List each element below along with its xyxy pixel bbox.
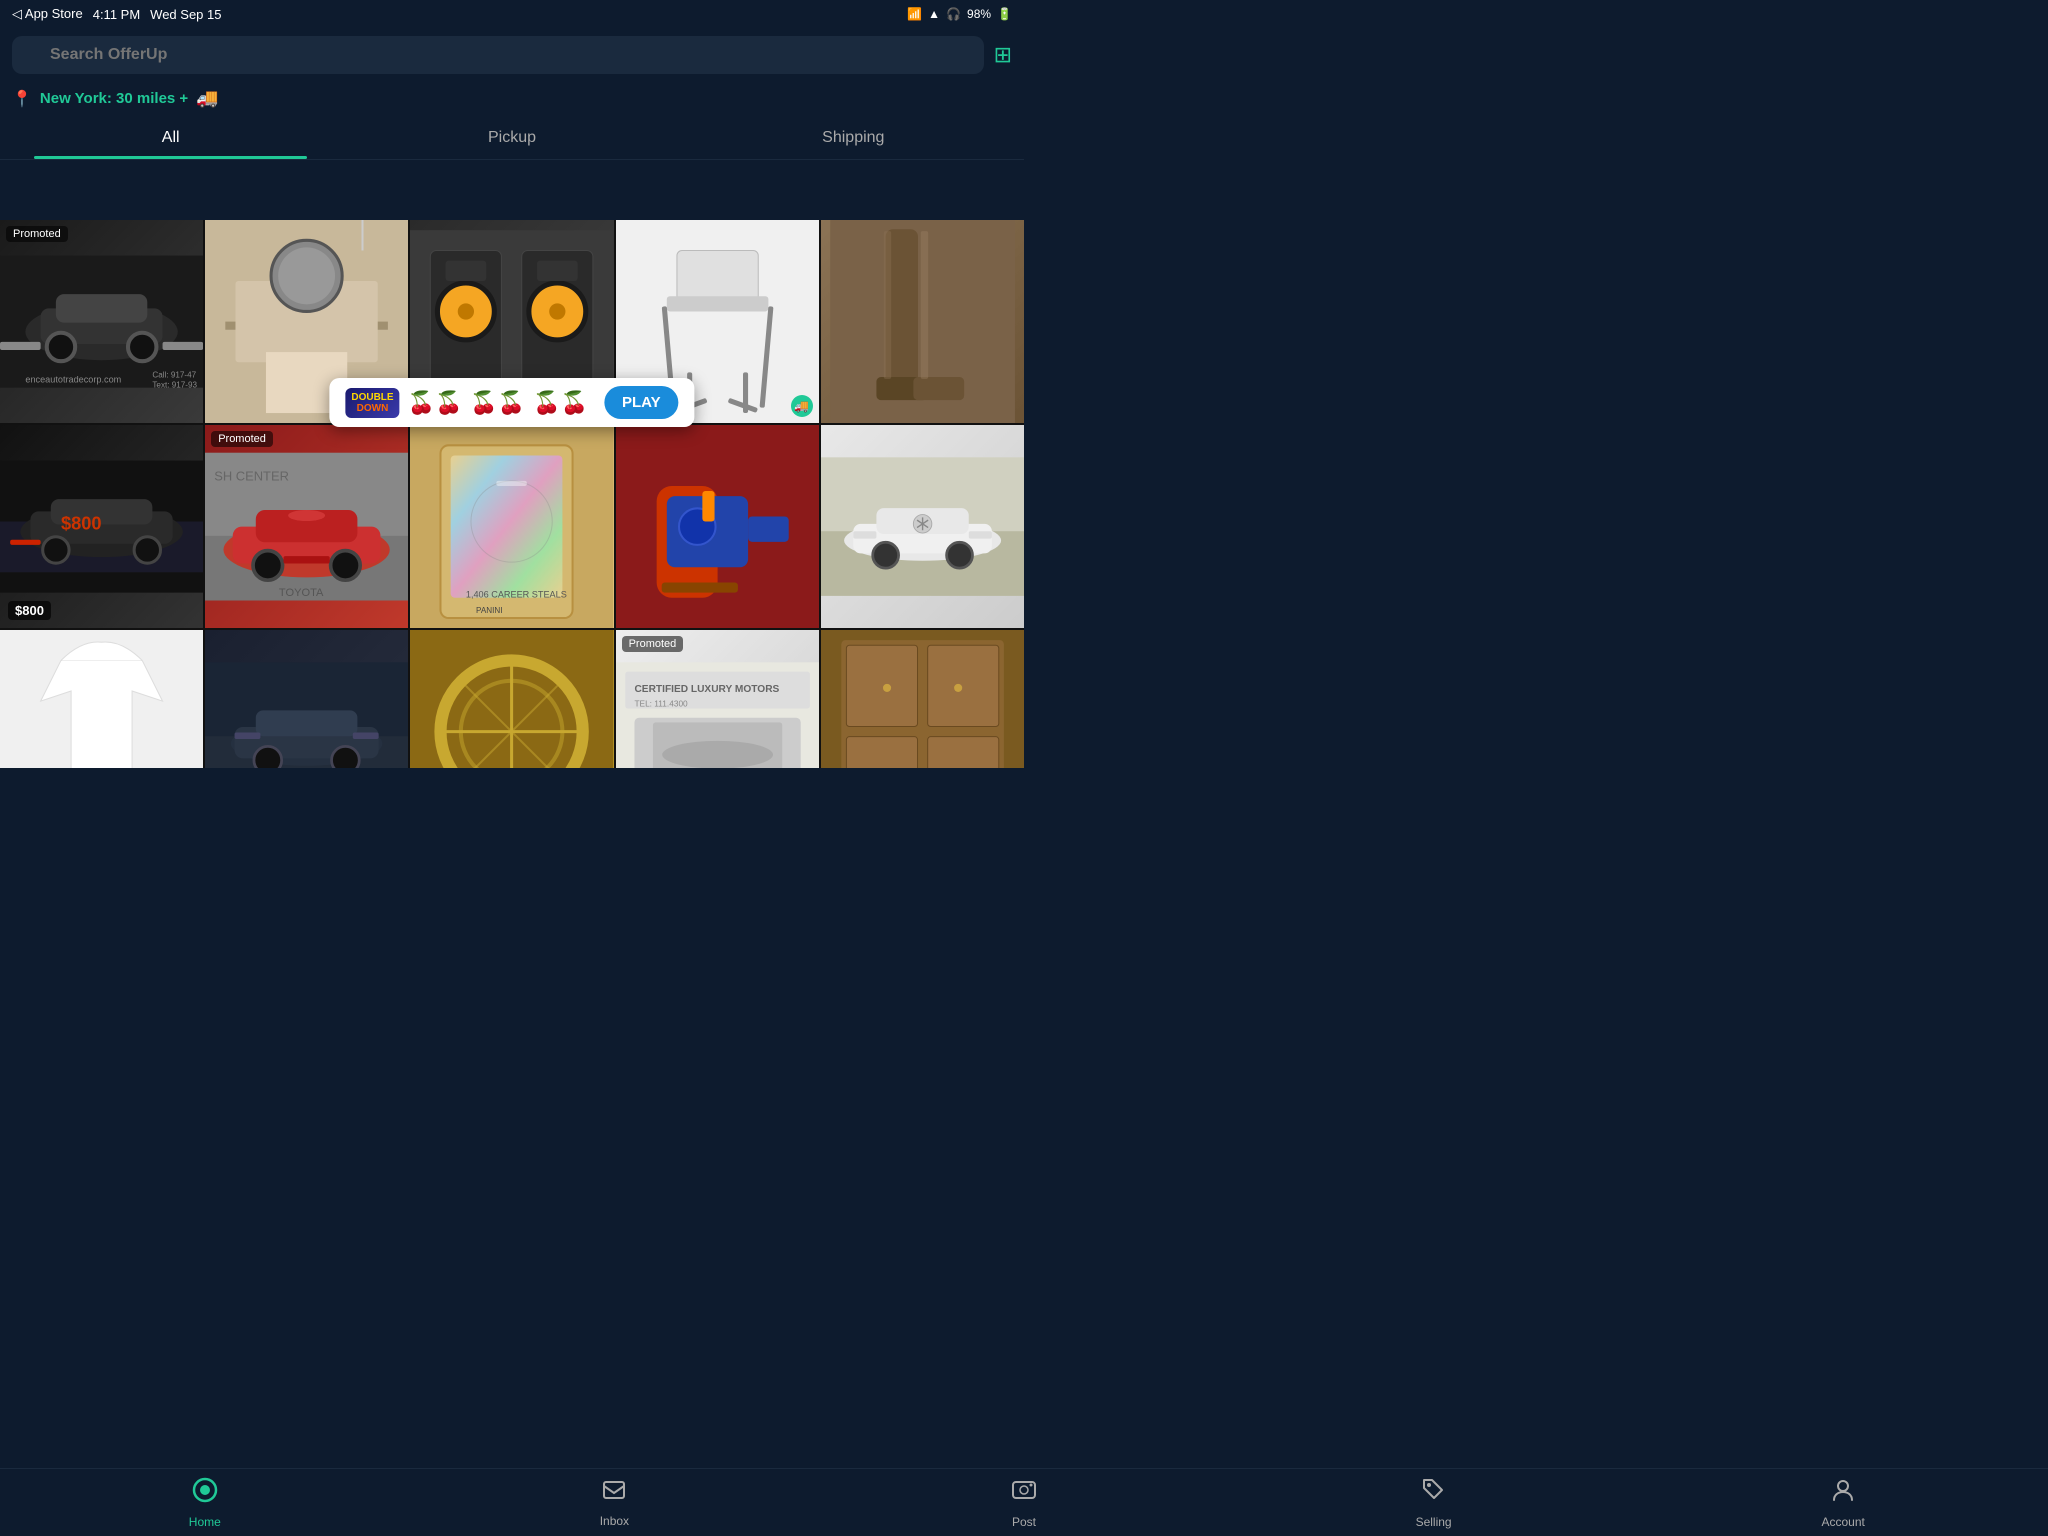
svg-text:TEL: 111.4300: TEL: 111.4300 <box>634 699 688 709</box>
listings-grid: enceautotradecorp.com Call: 917-47 Text:… <box>0 220 1024 768</box>
headphones-icon: 🎧 <box>946 7 961 21</box>
search-area: 🔍 ⊞ <box>0 28 1024 82</box>
cherry-3: 🍒🍒 <box>533 390 588 416</box>
svg-text:enceautotradecorp.com: enceautotradecorp.com <box>25 375 121 385</box>
inbox-icon <box>601 1477 627 1510</box>
shipping-badge: 🚚 <box>791 395 813 417</box>
price-badge: $800 <box>8 601 51 620</box>
nav-home-label: Home <box>189 1515 221 1529</box>
nav-selling-label: Selling <box>1416 1515 1452 1529</box>
svg-text:TOYOTA: TOYOTA <box>279 587 324 599</box>
post-icon <box>1010 1476 1038 1511</box>
status-time: 4:11 PM <box>93 7 140 22</box>
back-to-appstore[interactable]: ◁ App Store <box>12 6 83 22</box>
delivery-icon: 🚚 <box>196 88 218 109</box>
nav-post-label: Post <box>1012 1515 1036 1529</box>
svg-text:SH CENTER: SH CENTER <box>214 469 289 484</box>
listing-item[interactable] <box>821 630 1024 768</box>
bottom-nav: Home Inbox Post Selling <box>0 1468 2048 1536</box>
selling-icon <box>1420 1476 1448 1511</box>
grid-toggle-button[interactable]: ⊞ <box>994 42 1012 68</box>
tabs-container: All Pickup Shipping <box>0 115 1024 160</box>
listing-item[interactable]: enceautotradecorp.com Call: 917-47 Text:… <box>0 220 203 423</box>
tab-shipping[interactable]: Shipping <box>683 115 1024 159</box>
ad-banner: DOUBLE DOWN 🍒🍒 🍒🍒 🍒🍒 PLAY <box>329 378 694 427</box>
tab-pickup[interactable]: Pickup <box>341 115 682 159</box>
status-date: Wed Sep 15 <box>150 7 221 22</box>
location-pin-icon: 📍 <box>12 89 32 109</box>
cherry-2: 🍒🍒 <box>470 390 525 416</box>
svg-text:PANINI: PANINI <box>476 606 502 615</box>
listing-item[interactable]: SH CENTER TOYOTA Promoted <box>205 425 408 628</box>
location-icon: ▲ <box>928 7 940 21</box>
nav-account-label: Account <box>1821 1515 1864 1529</box>
nav-inbox[interactable]: Inbox <box>410 1469 820 1536</box>
listing-item[interactable] <box>410 630 613 768</box>
wifi-icon: 📶 <box>907 7 922 21</box>
listing-item[interactable] <box>821 425 1024 628</box>
status-bar: ◁ App Store 4:11 PM Wed Sep 15 📶 ▲ 🎧 98%… <box>0 0 1024 28</box>
tab-all[interactable]: All <box>0 115 341 159</box>
cherry-1: 🍒🍒 <box>408 390 463 416</box>
search-input[interactable] <box>12 36 984 74</box>
listing-item[interactable] <box>205 630 408 768</box>
listing-item[interactable] <box>821 220 1024 423</box>
promoted-badge: Promoted <box>6 226 68 242</box>
svg-text:$800: $800 <box>61 513 102 534</box>
svg-text:1,406 CAREER STEALS: 1,406 CAREER STEALS <box>466 590 567 600</box>
listing-item[interactable] <box>0 630 203 768</box>
location-text: New York: 30 miles + <box>40 90 188 107</box>
nav-selling[interactable]: Selling <box>1229 1469 1639 1536</box>
ad-play-button[interactable]: PLAY <box>604 386 679 419</box>
ad-logo: DOUBLE DOWN <box>345 388 399 418</box>
nav-home[interactable]: Home <box>0 1469 410 1536</box>
svg-text:Text: 917-93: Text: 917-93 <box>152 381 197 390</box>
promoted-badge: Promoted <box>622 636 684 652</box>
nav-inbox-label: Inbox <box>600 1514 629 1528</box>
nav-post[interactable]: Post <box>819 1469 1229 1536</box>
nav-account[interactable]: Account <box>1638 1469 2048 1536</box>
listing-item[interactable]: CERTIFIED LUXURY MOTORS TEL: 111.4300 Pr… <box>616 630 819 768</box>
svg-text:Call: 917-47: Call: 917-47 <box>152 370 196 379</box>
listing-item[interactable]: $800 $800 <box>0 425 203 628</box>
home-icon <box>191 1476 219 1511</box>
location-bar[interactable]: 📍 New York: 30 miles + 🚚 <box>0 82 1024 115</box>
listing-item[interactable]: 1,406 CAREER STEALS PANINI <box>410 425 613 628</box>
account-icon <box>1829 1476 1857 1511</box>
svg-text:CERTIFIED LUXURY MOTORS: CERTIFIED LUXURY MOTORS <box>634 684 779 695</box>
battery-icon: 🔋 <box>997 7 1012 21</box>
promoted-badge: Promoted <box>211 431 273 447</box>
battery-percent: 98% <box>967 7 991 21</box>
listing-item[interactable] <box>616 425 819 628</box>
